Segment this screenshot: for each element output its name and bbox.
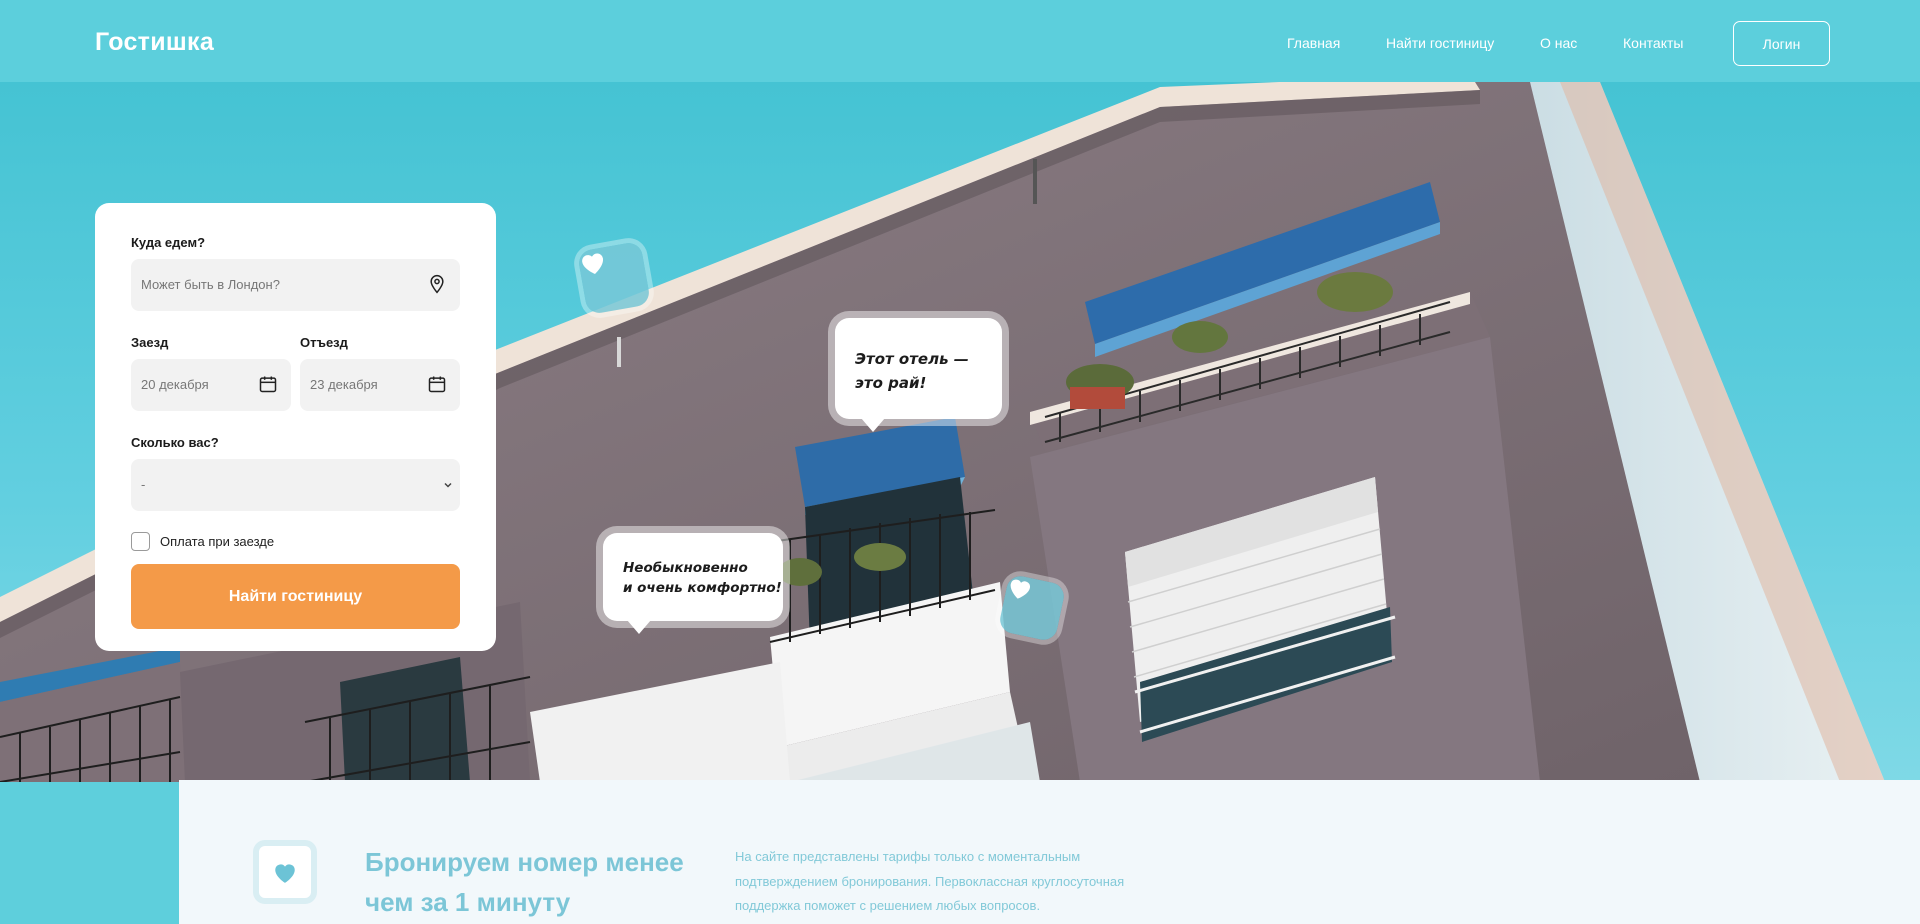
review-text-line: Этот отель — xyxy=(855,350,969,368)
checkout-label: Отъезд xyxy=(300,335,348,350)
site-logo[interactable]: Гостишка xyxy=(95,28,214,57)
feature-description: На сайте представлены тарифы только с мо… xyxy=(735,849,1125,913)
guests-label: Сколько вас? xyxy=(131,435,219,450)
review-bubble: Этот отель — это рай! xyxy=(835,318,1002,432)
calendar-icon xyxy=(259,376,277,393)
nav-about[interactable]: О нас xyxy=(1540,35,1577,51)
destination-label: Куда едем? xyxy=(131,235,206,250)
guests-value: - xyxy=(141,477,146,492)
review-bubble: Необыкновенно и очень комфортно! xyxy=(603,533,783,634)
checkout-date-field[interactable]: 23 декабря xyxy=(300,359,460,411)
heart-icon xyxy=(582,253,603,274)
nav-contacts[interactable]: Контакты xyxy=(1623,35,1683,51)
checkin-value: 20 декабря xyxy=(141,377,209,392)
site-header: Гостишка Главная Найти гостиницу О нас К… xyxy=(0,0,1920,82)
search-form-card: Куда едем? Может быть в Лондон? Заезд 20… xyxy=(95,203,496,651)
review-text-line: Необыкновенно xyxy=(623,560,748,576)
feature-icon-box xyxy=(253,840,317,904)
review-text-line: это рай! xyxy=(855,374,927,392)
checkin-label: Заезд xyxy=(131,335,169,350)
heart-badge xyxy=(576,240,652,316)
nav-home[interactable]: Главная xyxy=(1287,35,1340,51)
heart-badge xyxy=(997,573,1067,643)
destination-input[interactable]: Может быть в Лондон? xyxy=(131,259,460,311)
checkin-date-field[interactable]: 20 декабря xyxy=(131,359,291,411)
login-button[interactable]: Логин xyxy=(1733,21,1830,66)
heart-icon xyxy=(275,864,295,883)
feature-strip: Бронируем номер менее чем за 1 минуту На… xyxy=(179,780,1920,924)
location-pin-icon xyxy=(430,274,444,294)
calendar-icon xyxy=(428,376,446,393)
pay-on-arrival-label[interactable]: Оплата при заезде xyxy=(160,534,274,549)
guests-select[interactable]: - xyxy=(131,459,460,511)
pay-on-arrival-checkbox[interactable] xyxy=(131,532,150,551)
review-text-line: и очень комфортно! xyxy=(623,580,782,596)
destination-placeholder: Может быть в Лондон? xyxy=(141,277,280,292)
nav-find-hotel[interactable]: Найти гостиницу xyxy=(1386,35,1494,51)
chevron-down-icon xyxy=(444,482,452,488)
heart-icon xyxy=(1010,579,1030,599)
find-hotel-button[interactable]: Найти гостиницу xyxy=(131,564,460,629)
checkout-value: 23 декабря xyxy=(310,377,378,392)
feature-title: Бронируем номер менее чем за 1 минуту xyxy=(365,847,684,917)
